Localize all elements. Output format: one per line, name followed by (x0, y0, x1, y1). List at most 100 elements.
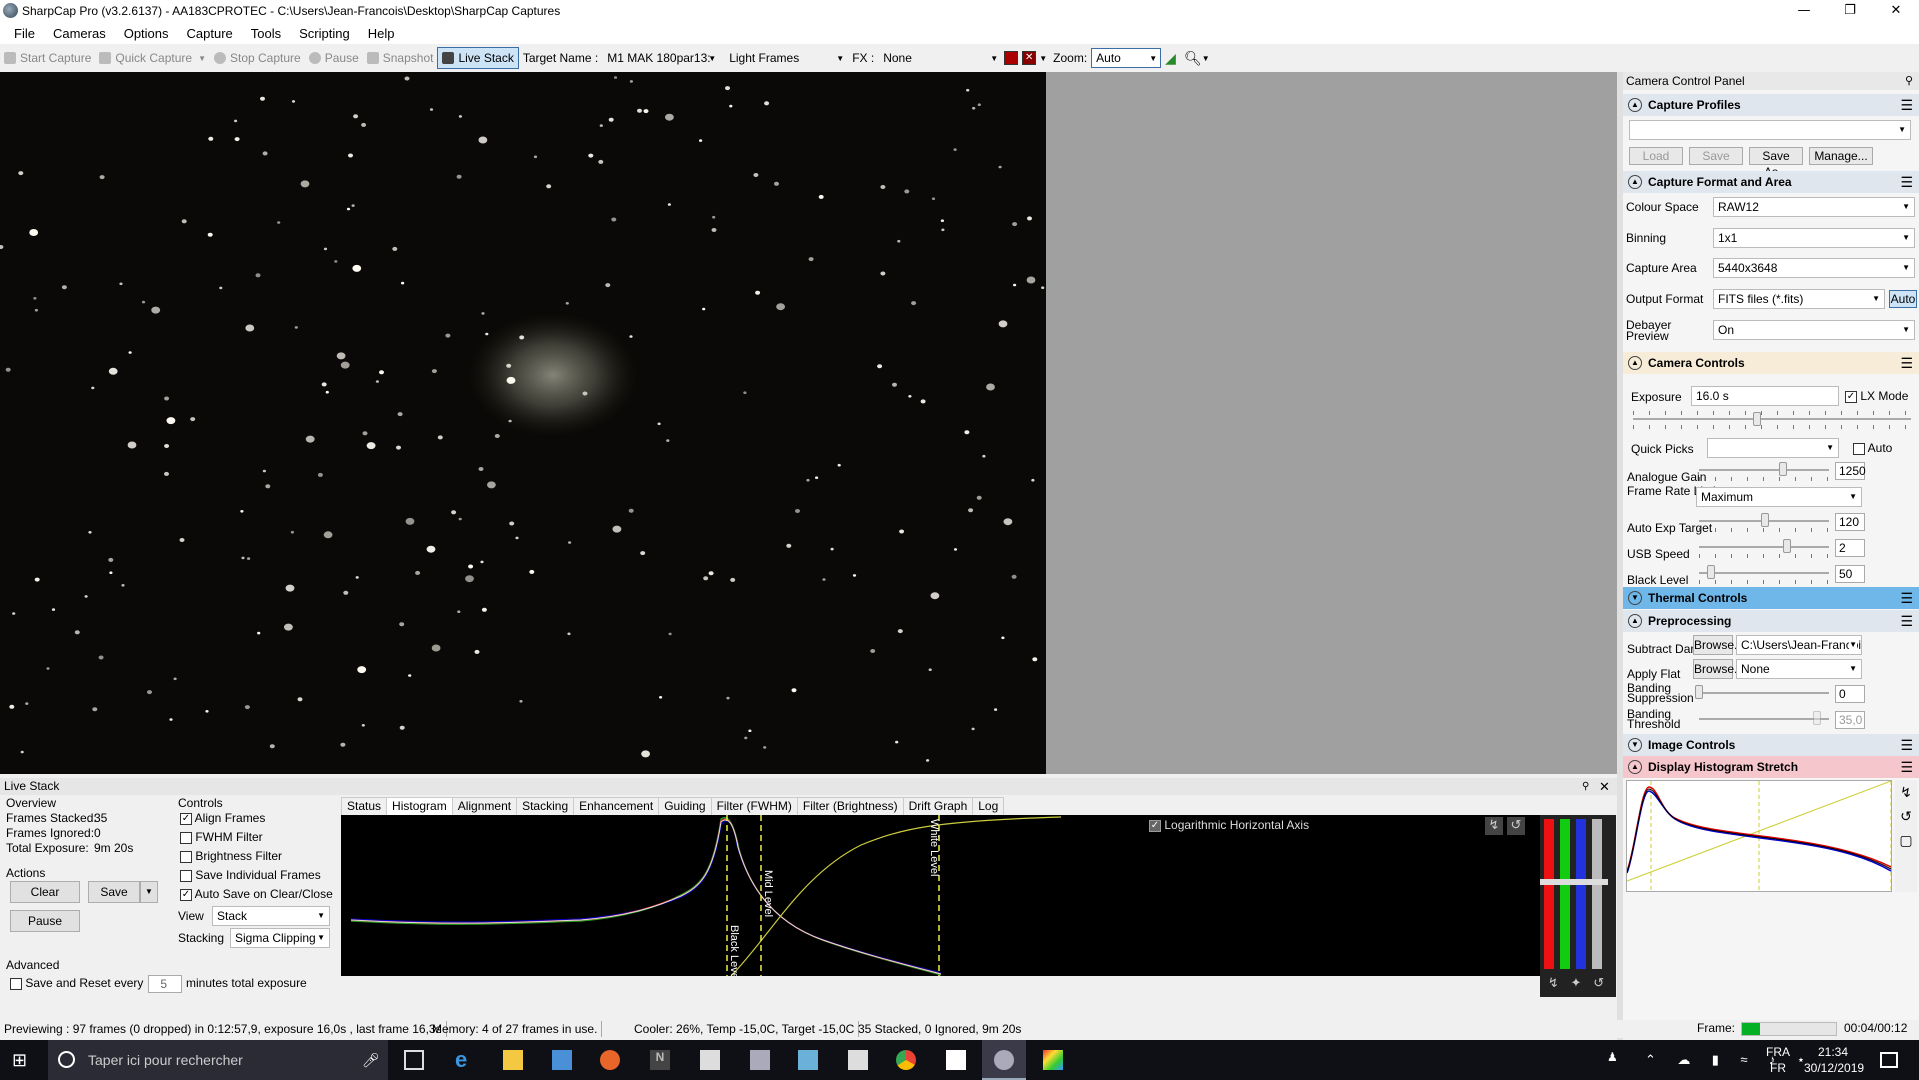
hamburger-icon[interactable]: ☰ (1900, 97, 1913, 114)
banding-suppression-input[interactable]: 0 (1835, 685, 1865, 703)
collapse-icon[interactable]: ▲ (1628, 614, 1642, 628)
stacking-select[interactable]: Sigma Clipping ▼ (230, 928, 330, 948)
black-level-slider-thumb[interactable] (1707, 565, 1715, 579)
browse-dark-button[interactable]: Browse... (1693, 635, 1744, 655)
browse-flat-button[interactable]: Browse... (1693, 659, 1744, 679)
usb-slider[interactable] (1699, 546, 1829, 548)
language-indicator[interactable]: FRA (1766, 1045, 1790, 1059)
red-filter-icon[interactable] (1002, 47, 1020, 69)
network-icon[interactable]: ≈ (1740, 1052, 1747, 1070)
tab-stacking[interactable]: Stacking (516, 797, 575, 815)
exposure-slider-thumb[interactable] (1753, 412, 1761, 426)
app-icon-4[interactable] (1043, 1050, 1063, 1070)
stack-histogram[interactable]: Black Level Mid Level White Level ✓ Loga… (341, 815, 1541, 981)
usb-input[interactable]: 2 (1835, 539, 1865, 557)
auto-save-checkbox[interactable]: ✓ Auto Save on Clear/Close (180, 887, 333, 901)
menu-cameras[interactable]: Cameras (44, 26, 115, 41)
hamburger-icon[interactable]: ☰ (1900, 590, 1913, 607)
quick-capture-button[interactable]: Quick Capture ▼ (95, 47, 210, 69)
menu-help[interactable]: Help (359, 26, 404, 41)
windows-start-icon[interactable]: ⊞ (12, 1050, 32, 1070)
reset-icon[interactable]: ↺ (1895, 804, 1917, 828)
lightning-icon[interactable]: ↯ (1895, 780, 1917, 804)
notifications-icon[interactable] (1880, 1052, 1898, 1068)
menu-tools[interactable]: Tools (242, 26, 290, 41)
lightning-icon[interactable]: ↯ (1548, 975, 1559, 993)
black-level-input[interactable]: 50 (1835, 565, 1865, 583)
blue-channel-bar[interactable] (1576, 819, 1586, 969)
camera-controls-header[interactable]: ▲ Camera Controls ☰ (1623, 352, 1919, 374)
align-frames-checkbox[interactable]: ✓ Align Frames (180, 811, 265, 825)
edge-icon[interactable]: e (455, 1049, 475, 1071)
calculator-icon[interactable] (848, 1050, 868, 1070)
hamburger-icon[interactable]: ☰ (1900, 613, 1913, 630)
debayer-select[interactable]: On ▼ (1713, 320, 1915, 340)
black-level-slider[interactable] (1699, 572, 1829, 574)
pin-icon[interactable]: ⚲ (1905, 72, 1913, 90)
view-select[interactable]: Stack ▼ (212, 906, 330, 926)
collapse-icon[interactable]: ▲ (1628, 760, 1642, 774)
log-axis-checkbox[interactable]: ✓ Logarithmic Horizontal Axis (1149, 818, 1309, 832)
tab-alignment[interactable]: Alignment (451, 797, 518, 815)
n-app-icon[interactable]: N (650, 1050, 670, 1070)
minimize-icon[interactable]: — (1781, 0, 1827, 22)
output-format-select[interactable]: FITS files (*.fits) ▼ (1713, 289, 1885, 309)
save-individual-checkbox[interactable]: Save Individual Frames (180, 868, 321, 882)
banding-suppression-thumb[interactable] (1695, 685, 1703, 699)
clear-button[interactable]: Clear (10, 881, 80, 903)
date[interactable]: 30/12/2019 (1804, 1061, 1864, 1075)
close-icon[interactable]: ✕ (1873, 0, 1919, 22)
menu-capture[interactable]: Capture (178, 26, 242, 41)
preprocessing-header[interactable]: ▲ Preprocessing ☰ (1623, 610, 1919, 632)
histogram-stretch-header[interactable]: ▲ Display Histogram Stretch ☰ (1623, 756, 1919, 778)
pin-icon[interactable]: ⚲ (1582, 778, 1589, 795)
dark-select[interactable]: C:\Users\Jean-Francois\...▼ (1736, 635, 1862, 655)
frame-type-select[interactable]: Light Frames ▼ (724, 48, 848, 68)
keyboard-indicator[interactable]: FR (1770, 1061, 1786, 1075)
tab-status[interactable]: Status (341, 797, 388, 815)
save-as-button[interactable]: Save As... (1749, 147, 1803, 179)
chevron-up-icon[interactable]: ⌃ (1645, 1052, 1656, 1070)
cloud-icon[interactable]: ☁ (1677, 1052, 1690, 1070)
expand-icon[interactable]: ▼ (1628, 738, 1642, 752)
app-icon-1[interactable] (750, 1050, 770, 1070)
gain-input[interactable]: 1250 (1835, 462, 1866, 480)
close-icon[interactable]: ✕ (1599, 778, 1610, 795)
banding-threshold-input[interactable]: 35,0 (1835, 711, 1865, 729)
auto-exp-input[interactable]: 120 (1835, 513, 1865, 531)
battery-icon[interactable]: ▮ (1712, 1052, 1719, 1070)
hamburger-icon[interactable]: ☰ (1900, 355, 1913, 372)
menu-file[interactable]: File (5, 26, 44, 41)
live-stack-button[interactable]: Live Stack (437, 47, 519, 69)
tab-histogram[interactable]: Histogram (386, 797, 453, 815)
lx-mode-checkbox[interactable]: ✓ LX Mode (1845, 389, 1908, 403)
banding-suppression-slider[interactable] (1699, 692, 1829, 694)
reset-icon[interactable]: ↺ (1507, 817, 1525, 835)
exposure-slider[interactable] (1633, 418, 1911, 420)
stretch-histogram[interactable] (1626, 780, 1892, 892)
binning-select[interactable]: 1x1 ▼ (1713, 228, 1915, 248)
save-dropdown-icon[interactable]: ▼ (140, 881, 158, 903)
store-icon[interactable] (552, 1050, 572, 1070)
microphone-icon[interactable]: 🎤︎ (362, 1040, 380, 1080)
snapshot-button[interactable]: Snapshot (363, 47, 438, 69)
hamburger-icon[interactable]: ☰ (1900, 759, 1913, 776)
green-channel-bar[interactable] (1560, 819, 1570, 969)
pause-button[interactable]: Pause (305, 47, 363, 69)
save-reset-stepper[interactable]: 5 (148, 975, 182, 993)
star-icon[interactable]: ✦ (1571, 975, 1582, 993)
channel-stretch-bars[interactable]: ↯ ✦ ↺ (1540, 815, 1616, 997)
app-icon-3[interactable] (946, 1050, 966, 1070)
frame-rate-select[interactable]: Maximum ▼ (1696, 487, 1862, 507)
clock[interactable]: 21:34 (1818, 1045, 1848, 1059)
tab-guiding[interactable]: Guiding (658, 797, 712, 815)
save-profile-button[interactable]: Save (1689, 147, 1743, 165)
stop-capture-button[interactable]: Stop Capture (210, 47, 305, 69)
maximize-icon[interactable]: ❐ (1827, 0, 1873, 22)
tab-filter-brightness[interactable]: Filter (Brightness) (796, 797, 904, 815)
capture-area-select[interactable]: 5440x3648 ▼ (1713, 258, 1915, 278)
tab-filter-fwhm[interactable]: Filter (FWHM) (710, 797, 798, 815)
auto-exposure-checkbox[interactable]: Auto (1853, 441, 1892, 455)
image-viewer[interactable] (0, 72, 1046, 774)
collapse-icon[interactable]: ▲ (1628, 356, 1642, 370)
